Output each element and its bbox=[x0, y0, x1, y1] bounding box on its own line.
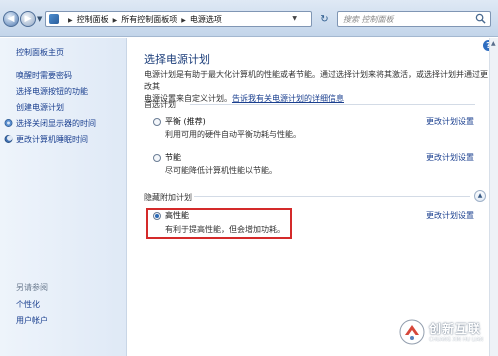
breadcrumb-separator-icon[interactable]: ▶ bbox=[68, 17, 73, 24]
scroll-up-icon[interactable]: ▲ bbox=[491, 40, 496, 47]
change-plan-balanced-link[interactable]: 更改计划设置 bbox=[426, 116, 474, 127]
breadcrumb-item[interactable]: 控制面板 bbox=[77, 15, 109, 24]
change-plan-power-saver-link[interactable]: 更改计划设置 bbox=[426, 152, 474, 163]
sidebar-item-display-off[interactable]: 选择关闭显示器的时间 bbox=[16, 118, 96, 129]
main-panel: ? 选择电源计划 电源计划是有助于最大化计算机的性能或者节能。通过选择计划来将其… bbox=[128, 38, 498, 356]
watermark-text: 创新互联 bbox=[429, 322, 482, 336]
sidebar-item-create-plan[interactable]: 创建电源计划 bbox=[16, 102, 64, 113]
search-placeholder: 搜索 控制面板 bbox=[343, 15, 394, 24]
collapse-chevron-icon[interactable]: ▲ bbox=[474, 190, 486, 202]
breadcrumb: ▶ 控制面板 ▶ 所有控制面板项 ▶ 电源选项 bbox=[64, 14, 222, 25]
page-description: 电源计划是有助于最大化计算机的性能或者节能。通过选择计划来将其激活，或选择计划并… bbox=[144, 69, 489, 105]
sidebar-item-wake-password[interactable]: 唤醒时需要密码 bbox=[16, 70, 72, 81]
plan-desc-power-saver: 尽可能降低计算机性能以节能。 bbox=[165, 166, 277, 175]
plan-radio-balanced[interactable] bbox=[153, 118, 161, 126]
breadcrumb-item[interactable]: 所有控制面板项 bbox=[121, 15, 177, 24]
sidebar-item-personalize[interactable]: 个性化 bbox=[16, 299, 40, 310]
scrollbar[interactable]: ▲ bbox=[489, 38, 498, 356]
forward-button[interactable]: ▶ bbox=[20, 11, 36, 27]
breadcrumb-item[interactable]: 电源选项 bbox=[190, 15, 222, 24]
change-plan-high-performance-link[interactable]: 更改计划设置 bbox=[426, 210, 474, 221]
plan-name-balanced[interactable]: 平衡 (推荐) bbox=[165, 116, 206, 127]
section-divider bbox=[194, 196, 470, 197]
control-panel-icon bbox=[49, 14, 59, 24]
watermark-logo-icon bbox=[399, 319, 425, 345]
power-plan-info-link[interactable]: 告诉我有关电源计划的详细信息 bbox=[232, 94, 344, 103]
address-dropdown-icon[interactable]: ▼ bbox=[292, 15, 297, 22]
see-also-heading: 另请参阅 bbox=[16, 283, 48, 292]
search-icon[interactable] bbox=[475, 13, 486, 24]
recent-pages-dropdown[interactable]: ▼ bbox=[37, 15, 42, 23]
section-divider bbox=[190, 104, 475, 105]
watermark: 创新互联 CHUANG XIN HU LIAN bbox=[399, 316, 495, 354]
sidebar-item-user-accounts[interactable]: 用户帐户 bbox=[16, 315, 48, 326]
refresh-icon[interactable]: ↻ bbox=[318, 13, 331, 26]
breadcrumb-separator-icon[interactable]: ▶ bbox=[113, 17, 118, 24]
back-button[interactable]: ◀ bbox=[3, 11, 19, 27]
sidebar-item-sleep[interactable]: 更改计算机睡眠时间 bbox=[16, 134, 88, 145]
page-title: 选择电源计划 bbox=[144, 53, 210, 66]
plan-radio-power-saver[interactable] bbox=[153, 154, 161, 162]
moon-icon bbox=[4, 135, 13, 143]
watermark-subtext: CHUANG XIN HU LIAN bbox=[429, 337, 484, 343]
plan-name-power-saver[interactable]: 节能 bbox=[165, 152, 181, 163]
address-bar[interactable]: ▶ 控制面板 ▶ 所有控制面板项 ▶ 电源选项 ▼ bbox=[45, 11, 312, 27]
sidebar: 控制面板主页 唤醒时需要密码 选择电源按钮的功能 创建电源计划 选择关闭显示器的… bbox=[0, 38, 127, 356]
address-toolbar: ◀ ▶ ▼ ▶ 控制面板 ▶ 所有控制面板项 ▶ 电源选项 ▼ ↻ 搜索 控制面板 bbox=[0, 0, 498, 37]
highlight-box bbox=[146, 208, 292, 239]
sidebar-item-power-buttons[interactable]: 选择电源按钮的功能 bbox=[16, 86, 88, 97]
hidden-plans-heading: 隐藏附加计划 bbox=[144, 193, 192, 202]
description-line: 电源计划是有助于最大化计算机的性能或者节能。通过选择计划来将其激活，或选择计划并… bbox=[144, 70, 488, 91]
display-icon bbox=[4, 119, 13, 127]
search-input[interactable]: 搜索 控制面板 bbox=[337, 11, 491, 27]
sidebar-home-link[interactable]: 控制面板主页 bbox=[16, 47, 64, 58]
preferred-plans-heading: 首选计划 bbox=[144, 100, 176, 109]
breadcrumb-separator-icon[interactable]: ▶ bbox=[181, 17, 186, 24]
plan-desc-balanced: 利用可用的硬件自动平衡功耗与性能。 bbox=[165, 130, 301, 139]
